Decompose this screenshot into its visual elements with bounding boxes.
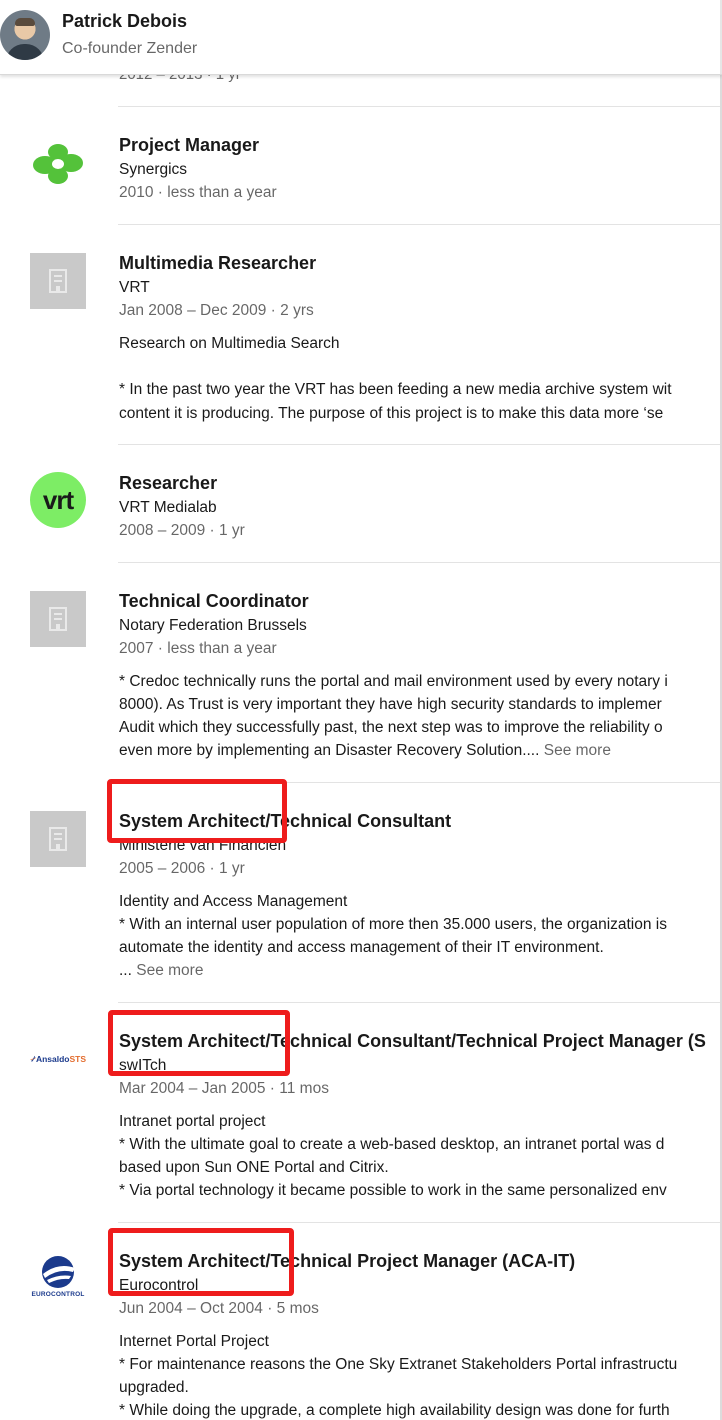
synergics-logo[interactable] xyxy=(30,136,86,192)
avatar[interactable] xyxy=(0,10,50,60)
description-line: Audit which they successfully past, the … xyxy=(119,719,663,736)
see-more-link[interactable]: See more xyxy=(136,962,203,979)
experience-title[interactable]: Technical Coordinator xyxy=(119,591,309,612)
description-line: Internet Portal Project xyxy=(119,1333,269,1350)
eurocontrol-logo[interactable]: EUROCONTROL xyxy=(30,1254,86,1310)
annotation-highlight-box xyxy=(108,1228,294,1296)
description-line: Intranet portal project xyxy=(119,1113,266,1130)
sticky-profile-header: Patrick Debois Co-founder Zender xyxy=(0,0,722,75)
experience-company[interactable]: Notary Federation Brussels xyxy=(119,617,307,635)
ansaldo-sts-logo[interactable]: Ansaldo STS xyxy=(30,1031,86,1087)
company-placeholder-icon[interactable] xyxy=(30,253,86,309)
eurocontrol-wordmark: EUROCONTROL xyxy=(31,1291,85,1298)
description-line: Research on Multimedia Search xyxy=(119,335,340,352)
experience-dates: Mar 2004 – Jan 2005 · 11 mos xyxy=(119,1080,329,1097)
description-line: * Via portal technology it became possib… xyxy=(119,1182,667,1199)
description-line: ... See more xyxy=(119,962,203,980)
experience-dates: 2008 – 2009 · 1 yr xyxy=(119,522,245,539)
company-placeholder-icon[interactable] xyxy=(30,591,86,647)
description-line: automate the identity and access managem… xyxy=(119,939,604,956)
experience-dates: 2007 · less than a year xyxy=(119,640,277,657)
description-line: 8000). As Trust is very important they h… xyxy=(119,696,662,713)
company-placeholder-icon[interactable] xyxy=(30,811,86,867)
description-line: content it is producing. The purpose of … xyxy=(119,405,664,422)
description-line: * For maintenance reasons the One Sky Ex… xyxy=(119,1356,678,1373)
profile-name[interactable]: Patrick Debois xyxy=(62,11,187,32)
vrt-logo[interactable]: vrt xyxy=(30,472,86,528)
ansaldo-logo-text: Ansaldo xyxy=(35,1054,70,1064)
description-line: * Credoc technically runs the portal and… xyxy=(119,673,668,690)
description-text: ... xyxy=(119,962,132,979)
avatar-hair xyxy=(15,18,35,26)
see-more-link[interactable]: See more xyxy=(544,742,611,759)
vrt-logo-text: vrt xyxy=(42,484,74,515)
building-icon xyxy=(49,607,67,631)
avatar-shirt xyxy=(6,44,44,60)
description-line: based upon Sun ONE Portal and Citrix. xyxy=(119,1159,389,1176)
profile-headline: Co-founder Zender xyxy=(62,40,198,57)
annotation-highlight-box xyxy=(107,779,287,843)
divider xyxy=(118,224,722,225)
description-line: Identity and Access Management xyxy=(119,893,348,910)
experience-dates: 2005 – 2006 · 1 yr xyxy=(119,860,245,877)
experience-title[interactable]: Project Manager xyxy=(119,135,259,156)
description-line: upgraded. xyxy=(119,1379,189,1396)
experience-company[interactable]: Synergics xyxy=(119,161,187,179)
building-icon xyxy=(49,827,67,851)
ansaldo-logo-accent: STS xyxy=(69,1054,86,1064)
experience-dates: 2010 · less than a year xyxy=(119,184,277,201)
divider xyxy=(118,562,722,563)
description-line: * With an internal user population of mo… xyxy=(119,916,667,933)
divider xyxy=(118,1002,722,1003)
description-text: even more by implementing an Disaster Re… xyxy=(119,742,540,759)
eurocontrol-mark-icon xyxy=(42,1256,75,1288)
building-icon xyxy=(49,269,67,293)
divider xyxy=(118,1222,722,1223)
description-line: even more by implementing an Disaster Re… xyxy=(119,742,611,760)
description-line: * While doing the upgrade, a complete hi… xyxy=(119,1402,670,1419)
experience-title[interactable]: Researcher xyxy=(119,473,217,494)
description-line: * With the ultimate goal to create a web… xyxy=(119,1136,665,1153)
experience-company[interactable]: VRT xyxy=(119,279,150,297)
divider xyxy=(118,106,722,107)
profile-experience-page: Patrick Debois Co-founder Zender 2012 – … xyxy=(0,0,722,1420)
divider xyxy=(118,444,722,445)
experience-title[interactable]: Multimedia Researcher xyxy=(119,253,316,274)
annotation-highlight-box xyxy=(108,1010,290,1076)
description-line: * In the past two year the VRT has been … xyxy=(119,381,672,398)
experience-company[interactable]: VRT Medialab xyxy=(119,499,217,517)
experience-dates: Jan 2008 – Dec 2009 · 2 yrs xyxy=(119,302,314,319)
experience-dates: Jun 2004 – Oct 2004 · 5 mos xyxy=(119,1300,319,1317)
